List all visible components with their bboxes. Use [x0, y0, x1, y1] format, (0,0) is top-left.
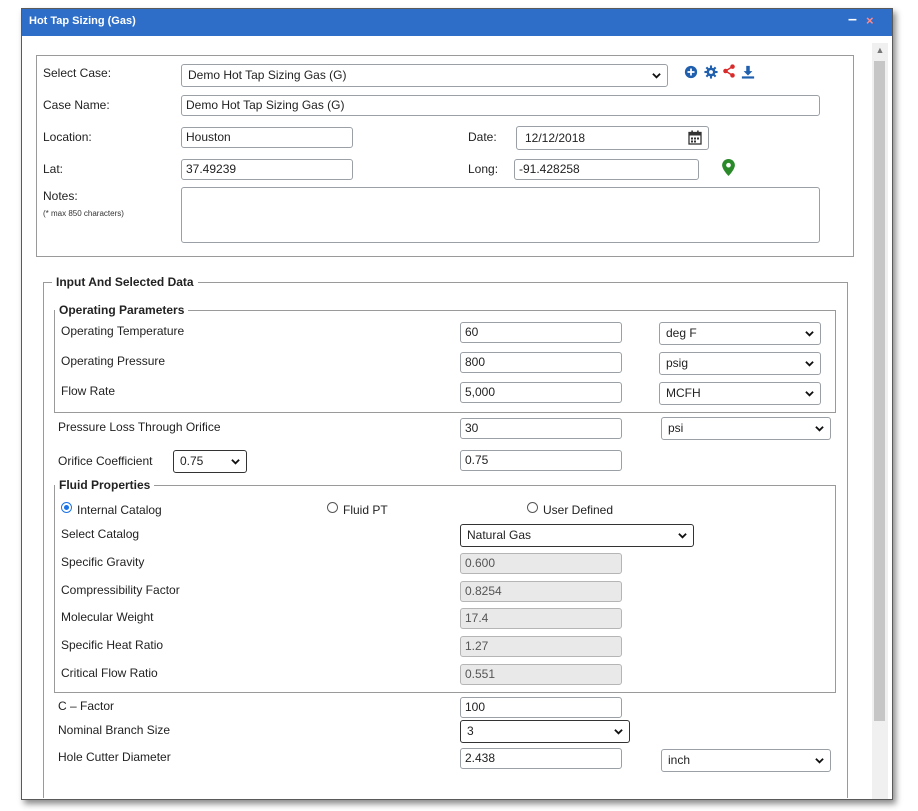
lat-label: Lat:	[43, 162, 64, 176]
pressure-loss-unit-dropdown[interactable]: psi	[661, 417, 831, 440]
long-label: Long:	[468, 162, 499, 176]
molecular-weight-field: 17.4	[460, 608, 622, 629]
select-catalog-dropdown[interactable]: Natural Gas	[460, 524, 694, 547]
plus-circle-icon[interactable]	[684, 65, 698, 79]
pressure-loss-unit-value: psi	[668, 421, 684, 435]
hole-cutter-diameter-label: Hole Cutter Diameter	[58, 750, 171, 764]
long-input[interactable]: -91.428258	[514, 159, 699, 180]
fluid-pt-label: Fluid PT	[343, 503, 388, 517]
select-case-dropdown[interactable]: Demo Hot Tap Sizing Gas (G)	[181, 64, 668, 87]
case-name-input[interactable]: Demo Hot Tap Sizing Gas (G)	[181, 95, 820, 116]
notes-label: Notes:	[43, 189, 78, 203]
c-factor-label: C – Factor	[58, 699, 115, 713]
c-factor-input[interactable]: 100	[460, 697, 622, 718]
operating-parameters-legend: Operating Parameters	[55, 303, 189, 317]
molecular-weight-label: Molecular Weight	[61, 610, 154, 624]
hole-cutter-unit-value: inch	[668, 753, 691, 767]
chevron-down-icon	[231, 459, 240, 465]
chevron-down-icon	[805, 331, 814, 337]
notes-hint: (* max 850 characters)	[43, 209, 124, 218]
pressure-loss-label: Pressure Loss Through Orifice	[58, 420, 221, 434]
window-title: Hot Tap Sizing (Gas)	[29, 15, 136, 27]
chevron-down-icon	[815, 426, 824, 432]
fluid-properties-legend: Fluid Properties	[55, 478, 155, 492]
operating-temperature-label: Operating Temperature	[61, 324, 185, 338]
case-name-label: Case Name:	[43, 98, 110, 112]
internal-catalog-radio[interactable]	[61, 502, 72, 513]
select-case-label: Select Case:	[43, 66, 112, 80]
pressure-loss-input[interactable]: 30	[460, 418, 622, 439]
nominal-branch-size-value: 3	[467, 724, 474, 738]
chevron-down-icon	[805, 361, 814, 367]
internal-catalog-label: Internal Catalog	[77, 503, 162, 517]
calendar-icon[interactable]	[688, 130, 702, 145]
share-icon[interactable]	[722, 64, 736, 78]
select-catalog-value: Natural Gas	[467, 528, 532, 542]
flow-rate-input[interactable]: 5,000	[460, 382, 622, 403]
pressure-unit-dropdown[interactable]: psig	[659, 352, 821, 375]
flow-unit-dropdown[interactable]: MCFH	[659, 382, 821, 405]
date-label: Date:	[468, 130, 497, 144]
gear-icon[interactable]	[704, 65, 718, 79]
date-input[interactable]: 12/12/2018	[516, 126, 709, 150]
hot-tap-window: Hot Tap Sizing (Gas) – × ▲ Select Case: …	[21, 8, 893, 800]
critical-flow-ratio-field: 0.551	[460, 664, 622, 685]
scrollbar-thumb[interactable]	[874, 61, 885, 721]
compressibility-factor-field: 0.8254	[460, 581, 622, 602]
user-defined-label: User Defined	[543, 503, 614, 517]
orifice-coefficient-dropdown[interactable]: 0.75	[173, 450, 247, 473]
scroll-up-arrow-icon[interactable]: ▲	[872, 45, 888, 57]
temperature-unit-value: deg F	[666, 326, 697, 340]
specific-gravity-label: Specific Gravity	[61, 555, 145, 569]
location-label: Location:	[43, 130, 92, 144]
chevron-down-icon	[652, 73, 661, 79]
chevron-down-icon	[805, 391, 814, 397]
operating-pressure-label: Operating Pressure	[61, 354, 166, 368]
orifice-coefficient-selected: 0.75	[180, 454, 204, 468]
map-pin-icon[interactable]	[722, 159, 735, 176]
specific-heat-ratio-field: 1.27	[460, 636, 622, 657]
close-button[interactable]: ×	[866, 12, 878, 30]
download-icon[interactable]	[741, 65, 755, 79]
fluid-pt-radio[interactable]	[327, 502, 338, 513]
chevron-down-icon	[614, 729, 623, 735]
compressibility-factor-label: Compressibility Factor	[61, 583, 180, 597]
critical-flow-ratio-label: Critical Flow Ratio	[61, 666, 158, 680]
notes-textarea[interactable]	[181, 187, 820, 243]
minimize-button[interactable]: –	[848, 11, 860, 29]
flow-unit-value: MCFH	[666, 386, 701, 400]
location-input[interactable]: Houston	[181, 127, 353, 148]
pressure-unit-value: psig	[666, 356, 689, 370]
specific-heat-ratio-label: Specific Heat Ratio	[61, 638, 164, 652]
orifice-coefficient-input[interactable]: 0.75	[460, 450, 622, 471]
hole-cutter-diameter-input[interactable]: 2.438	[460, 748, 622, 769]
date-value: 12/12/2018	[525, 131, 586, 145]
nominal-branch-size-label: Nominal Branch Size	[58, 723, 171, 737]
orifice-coefficient-label: Orifice Coefficient	[58, 454, 153, 468]
chevron-down-icon	[678, 533, 687, 539]
select-case-value: Demo Hot Tap Sizing Gas (G)	[188, 68, 347, 82]
select-catalog-label: Select Catalog	[61, 527, 140, 541]
operating-temperature-input[interactable]: 60	[460, 322, 622, 343]
input-data-legend: Input And Selected Data	[52, 275, 198, 289]
title-bar: Hot Tap Sizing (Gas) – ×	[22, 9, 892, 36]
temperature-unit-dropdown[interactable]: deg F	[659, 322, 821, 345]
lat-input[interactable]: 37.49239	[181, 159, 353, 180]
operating-pressure-input[interactable]: 800	[460, 352, 622, 373]
specific-gravity-field: 0.600	[460, 553, 622, 574]
nominal-branch-size-dropdown[interactable]: 3	[460, 720, 630, 743]
hole-cutter-unit-dropdown[interactable]: inch	[661, 749, 831, 772]
chevron-down-icon	[815, 758, 824, 764]
user-defined-radio[interactable]	[527, 502, 538, 513]
flow-rate-label: Flow Rate	[61, 384, 116, 398]
